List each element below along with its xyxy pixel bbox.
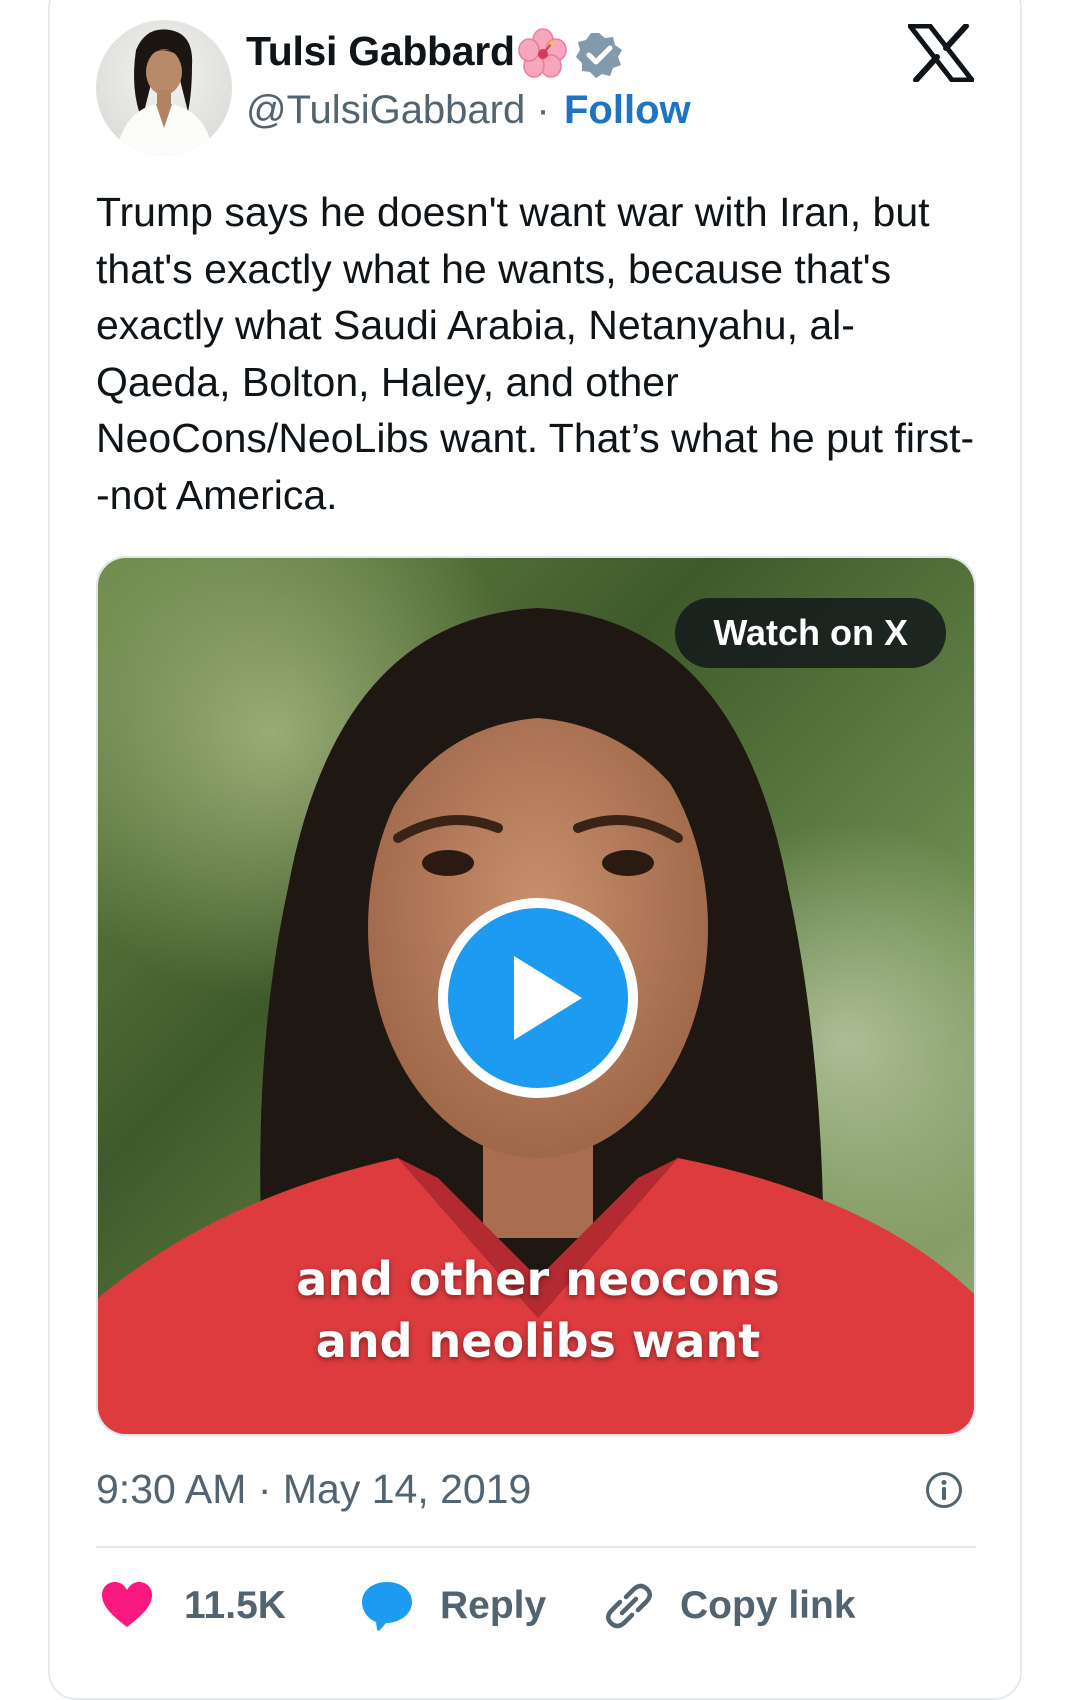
like-button[interactable]: 11.5K <box>100 1576 286 1636</box>
avatar[interactable] <box>96 20 232 156</box>
x-logo-icon[interactable] <box>908 24 974 82</box>
heart-icon <box>102 1582 152 1627</box>
handle-text[interactable]: @TulsiGabbard <box>246 88 525 132</box>
video-player[interactable]: Watch on X and other neocons and neolibs… <box>96 556 976 1436</box>
handle-separator: · <box>536 88 550 132</box>
info-icon[interactable] <box>924 1470 964 1510</box>
copy-link-button[interactable]: Copy link <box>604 1576 856 1636</box>
hibiscus-icon <box>518 28 567 78</box>
divider <box>96 1546 976 1548</box>
play-icon <box>514 956 582 1040</box>
link-icon <box>606 1583 652 1629</box>
copy-link-label: Copy link <box>680 1584 856 1627</box>
watch-on-x-button[interactable]: Watch on X <box>675 598 946 668</box>
author-name[interactable]: Tulsi Gabbard <box>246 28 515 75</box>
reply-bubble-icon <box>362 1582 412 1631</box>
video-caption-line-1: and other neocons <box>296 1252 780 1306</box>
tweet-timestamp[interactable]: 9:30 AM · May 14, 2019 <box>96 1466 531 1513</box>
reply-button[interactable]: Reply <box>360 1576 546 1636</box>
like-count: 11.5K <box>184 1584 286 1627</box>
reply-label: Reply <box>440 1584 547 1627</box>
tweet-text: Trump says he doesn't want war with Iran… <box>96 189 975 518</box>
author-handle[interactable]: @TulsiGabbard · <box>246 88 550 133</box>
play-button[interactable] <box>438 898 638 1098</box>
video-caption-line-2: and neolibs want <box>315 1314 761 1368</box>
follow-button[interactable]: Follow <box>564 88 691 133</box>
verified-badge-icon <box>576 33 622 78</box>
